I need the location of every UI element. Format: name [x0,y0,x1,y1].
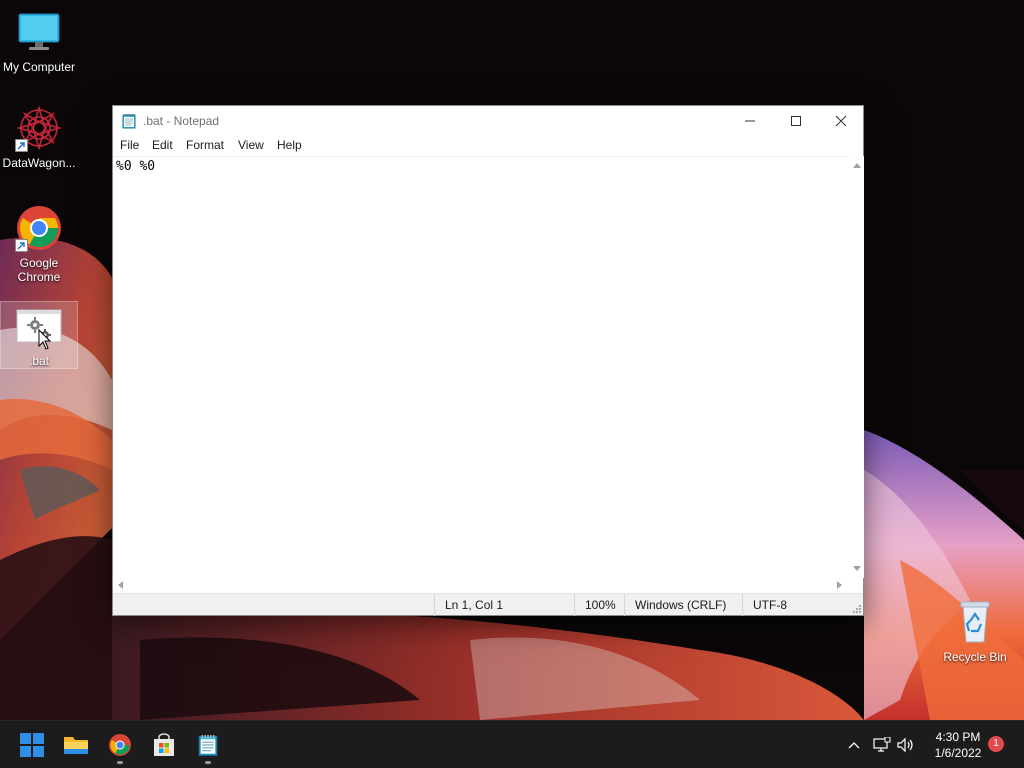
mouse-cursor-icon [38,329,52,350]
text-editor[interactable]: %0 %0 [113,156,849,578]
desktop-icon-datawagon[interactable]: DataWagon... [0,104,78,170]
menu-edit[interactable]: Edit [152,138,173,152]
desktop-icon-label: .bat [28,354,49,368]
notepad-icon [198,735,218,756]
show-hidden-icons-button[interactable] [844,735,864,755]
clock-date: 1/6/2022 [934,746,982,760]
volume-button[interactable] [896,735,916,755]
minimize-button[interactable] [727,106,773,136]
taskbar-chrome[interactable] [100,725,140,765]
minimize-icon [745,120,755,122]
clock-time: 4:30 PM [935,730,981,744]
store-icon [154,733,174,756]
notepad-window: .bat - Notepad File Edit Format View Hel… [112,105,864,616]
file-explorer-icon [64,737,88,754]
start-icon [20,733,44,757]
running-indicator [117,761,123,764]
recycle-bin-icon [951,598,999,646]
clock-button[interactable]: 4:30 PM 1/6/2022 [920,729,996,761]
scroll-down-icon[interactable] [853,566,861,572]
scroll-left-icon[interactable] [117,581,123,589]
status-line-endings: Windows (CRLF) [624,594,742,616]
running-indicator [205,761,211,764]
desktop-icon-label: My Computer [2,60,76,74]
window-title: .bat - Notepad [143,114,220,128]
network-icon [873,737,891,752]
status-zoom: 100% [574,594,624,616]
taskbar-file-explorer[interactable] [56,725,96,765]
datawagon-icon [15,104,63,152]
desktop-icon-label: Google Chrome [17,256,61,284]
close-icon [835,115,847,127]
maximize-button[interactable] [773,106,819,136]
desktop-icon-label: DataWagon... [2,156,76,170]
status-bar: Ln 1, Col 1 100% Windows (CRLF) UTF-8 [113,593,863,616]
horizontal-scrollbar[interactable] [113,578,849,592]
chrome-icon [109,734,131,756]
start-button[interactable] [12,725,52,765]
shortcut-arrow-icon [15,139,28,152]
menu-format[interactable]: Format [186,138,224,152]
menu-file[interactable]: File [120,138,139,152]
menu-help[interactable]: Help [277,138,302,152]
network-button[interactable] [872,735,892,755]
chrome-icon [15,204,63,252]
menu-bar: File Edit Format View Help [113,136,863,156]
status-encoding: UTF-8 [742,594,852,616]
monitor-icon [15,8,63,56]
taskbar-notepad[interactable] [188,725,228,765]
status-cursor-position: Ln 1, Col 1 [434,594,574,616]
desktop-icon-my-computer[interactable]: My Computer [0,8,78,74]
taskbar: 4:30 PM 1/6/2022 [0,720,1024,768]
maximize-icon [791,116,801,126]
close-button[interactable] [818,106,864,136]
editor-content: %0 %0 [116,159,156,174]
notepad-icon [122,113,136,129]
resize-grip-icon[interactable] [851,603,861,613]
scroll-right-icon[interactable] [837,581,843,589]
volume-icon [897,737,913,753]
scroll-up-icon[interactable] [853,162,861,168]
desktop-icon-label: Recycle Bin [943,650,1007,664]
chevron-up-icon [848,742,860,749]
desktop-icon-google-chrome[interactable]: Google Chrome [0,204,78,284]
notification-badge[interactable]: 1 [988,736,1004,752]
taskbar-store[interactable] [144,725,184,765]
shortcut-arrow-icon [15,239,28,252]
menu-view[interactable]: View [238,138,264,152]
vertical-scrollbar[interactable] [849,156,864,578]
desktop-icon-recycle-bin[interactable]: Recycle Bin [936,598,1014,664]
title-bar[interactable]: .bat - Notepad [113,106,863,136]
